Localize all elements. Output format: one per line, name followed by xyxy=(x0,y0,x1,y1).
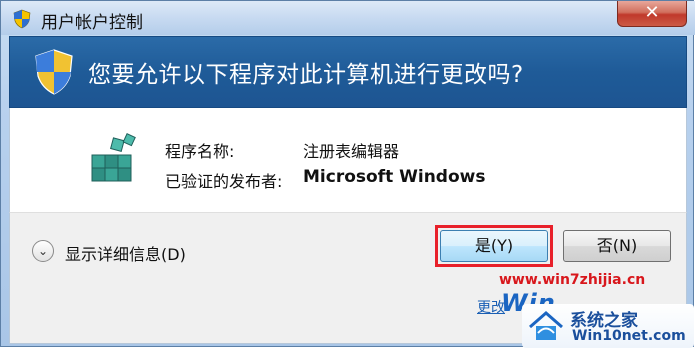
show-details-label[interactable]: 显示详细信息(D) xyxy=(65,241,186,265)
program-name-value: 注册表编辑器 xyxy=(303,142,400,161)
close-button[interactable]: ✕ xyxy=(617,1,687,27)
title-bar: 用户帐户控制 ✕ xyxy=(1,1,695,35)
uac-dialog: 用户帐户控制 ✕ 您要允许以下程序对此计算机进行更改吗? 程序名称: 注册表编辑… xyxy=(0,0,695,348)
uac-shield-icon xyxy=(13,9,31,29)
program-info: 程序名称: 注册表编辑器 已验证的发布者: Microsoft Windows xyxy=(9,108,687,212)
watermark-badge: 系统之家 Win10net.com xyxy=(522,304,694,348)
prompt-question: 您要允许以下程序对此计算机进行更改吗? xyxy=(88,62,524,88)
registry-editor-icon xyxy=(91,133,136,182)
house-logo-icon xyxy=(529,311,563,340)
watermark-url: www.win7zhijia.cn xyxy=(499,272,646,288)
window-title: 用户帐户控制 xyxy=(41,13,143,33)
publisher-label: 已验证的发布者: xyxy=(165,172,283,191)
program-name-label: 程序名称: xyxy=(165,142,235,161)
prompt-header: 您要允许以下程序对此计算机进行更改吗? xyxy=(9,36,687,108)
highlight-box xyxy=(435,225,553,267)
publisher-value: Microsoft Windows xyxy=(303,167,486,187)
no-button[interactable]: 否(N) xyxy=(563,230,671,262)
uac-shield-icon xyxy=(35,49,73,95)
watermark-site-url: Win10net.com xyxy=(572,328,686,344)
chevron-down-icon[interactable]: ⌄ xyxy=(32,240,54,262)
